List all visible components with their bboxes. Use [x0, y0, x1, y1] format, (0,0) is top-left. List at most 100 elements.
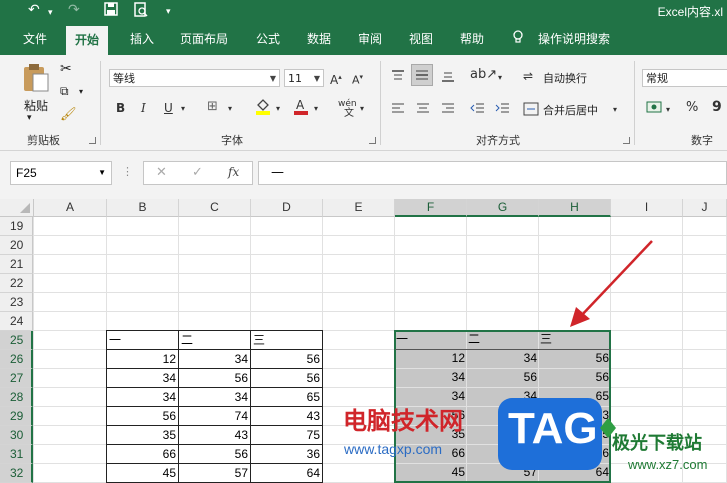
- copy-icon[interactable]: ⧉: [60, 84, 69, 99]
- align-center-icon[interactable]: [415, 101, 431, 120]
- enter-icon[interactable]: ✓: [192, 165, 203, 180]
- table_left-cell[interactable]: 56: [250, 368, 323, 388]
- orientation-dropdown-icon[interactable]: ▾: [498, 71, 502, 85]
- column-header-B[interactable]: B: [107, 199, 179, 217]
- underline-dropdown-icon[interactable]: ▾: [181, 102, 185, 116]
- align-top-icon[interactable]: [390, 68, 406, 87]
- undo-icon[interactable]: ↶: [28, 2, 40, 19]
- customize-qat-icon[interactable]: ▾: [166, 4, 171, 21]
- column-header-H[interactable]: H: [539, 199, 611, 217]
- row-header-26[interactable]: 26: [0, 350, 33, 369]
- column-header-G[interactable]: G: [467, 199, 539, 217]
- clipboard-launcher-icon[interactable]: [89, 137, 96, 144]
- table_left-cell[interactable]: 45: [106, 463, 179, 483]
- print-preview-icon[interactable]: [134, 2, 148, 22]
- increase-font-icon[interactable]: A▴: [330, 70, 342, 87]
- column-header-I[interactable]: I: [611, 199, 683, 217]
- tab-insert[interactable]: 插入: [130, 30, 154, 47]
- table_left-cell[interactable]: 66: [106, 444, 179, 464]
- row-header-28[interactable]: 28: [0, 388, 33, 407]
- row-header-25[interactable]: 25: [0, 331, 33, 350]
- table_left-cell[interactable]: 56: [250, 349, 323, 369]
- align-middle-icon[interactable]: [411, 64, 433, 86]
- tell-me-search[interactable]: 操作说明搜索: [538, 30, 610, 47]
- table_left-cell[interactable]: 43: [250, 406, 323, 426]
- table_left-cell[interactable]: 34: [106, 387, 179, 407]
- column-header-J[interactable]: J: [683, 199, 727, 217]
- decrease-font-icon[interactable]: A▾: [352, 70, 363, 88]
- tab-view[interactable]: 视图: [409, 30, 433, 47]
- font-name-select[interactable]: 等线 ▼: [109, 69, 280, 87]
- column-header-C[interactable]: C: [179, 199, 251, 217]
- column-header-D[interactable]: D: [251, 199, 323, 217]
- table_left-cell[interactable]: 36: [250, 444, 323, 464]
- number-format-select[interactable]: 常规: [642, 69, 727, 87]
- table_left-cell[interactable]: 75: [250, 425, 323, 445]
- table_left-cell[interactable]: 56: [106, 406, 179, 426]
- tab-help[interactable]: 帮助: [460, 30, 484, 47]
- cut-icon[interactable]: ✂: [60, 61, 72, 77]
- wrap-text-button[interactable]: 自动换行: [543, 70, 587, 86]
- merge-dropdown-icon[interactable]: ▾: [613, 103, 617, 117]
- orientation-icon[interactable]: ab↗: [470, 68, 497, 82]
- name-box[interactable]: F25 ▼: [10, 161, 112, 185]
- save-icon[interactable]: [104, 2, 118, 21]
- table_left-cell[interactable]: 34: [178, 349, 251, 369]
- row-header-29[interactable]: 29: [0, 407, 33, 426]
- table_left-cell[interactable]: 35: [106, 425, 179, 445]
- underline-button[interactable]: U: [164, 101, 173, 115]
- select-all-button[interactable]: [0, 199, 34, 217]
- tab-review[interactable]: 审阅: [358, 30, 382, 47]
- row-header-19[interactable]: 19: [0, 217, 33, 236]
- increase-indent-icon[interactable]: [495, 101, 511, 120]
- align-right-icon[interactable]: [440, 101, 456, 120]
- tab-home[interactable]: 开始: [66, 26, 108, 55]
- font-launcher-icon[interactable]: [369, 137, 376, 144]
- decrease-indent-icon[interactable]: [470, 101, 486, 120]
- column-header-E[interactable]: E: [323, 199, 395, 217]
- row-header-27[interactable]: 27: [0, 369, 33, 388]
- merge-center-icon[interactable]: [523, 101, 539, 120]
- font-color-dropdown-icon[interactable]: ▾: [314, 102, 318, 116]
- comma-style-button[interactable]: 9: [712, 100, 722, 114]
- phonetic-dropdown-icon[interactable]: ▾: [360, 102, 364, 116]
- merge-center-button[interactable]: 合并后居中: [543, 102, 598, 118]
- tab-formulas[interactable]: 公式: [256, 30, 280, 47]
- table_left-cell[interactable]: 56: [178, 444, 251, 464]
- row-header-30[interactable]: 30: [0, 426, 33, 445]
- alignment-launcher-icon[interactable]: [623, 137, 630, 144]
- table_left-cell[interactable]: 56: [178, 368, 251, 388]
- row-header-23[interactable]: 23: [0, 293, 33, 312]
- table_left-cell[interactable]: 34: [106, 368, 179, 388]
- font-color-icon[interactable]: A: [293, 97, 309, 118]
- undo-dropdown-icon[interactable]: ▾: [48, 5, 53, 22]
- align-bottom-icon[interactable]: [440, 68, 456, 87]
- table_left-cell[interactable]: 12: [106, 349, 179, 369]
- borders-dropdown-icon[interactable]: ▾: [228, 102, 232, 116]
- formula-input[interactable]: —: [258, 161, 727, 185]
- table_left-cell[interactable]: 57: [178, 463, 251, 483]
- fill-color-icon[interactable]: [255, 97, 271, 118]
- format-painter-icon[interactable]: 🖌: [60, 107, 77, 122]
- font-size-select[interactable]: 11 ▼: [284, 69, 324, 87]
- insert-function-button[interactable]: fx: [228, 165, 239, 179]
- paste-icon[interactable]: [22, 63, 50, 97]
- align-left-icon[interactable]: [390, 101, 406, 120]
- table_left-cell[interactable]: 34: [178, 387, 251, 407]
- row-header-21[interactable]: 21: [0, 255, 33, 274]
- paste-dropdown-icon[interactable]: ▾: [27, 113, 32, 123]
- bold-button[interactable]: B: [116, 101, 125, 115]
- row-header-32[interactable]: 32: [0, 464, 33, 483]
- cancel-icon[interactable]: ✕: [156, 165, 167, 180]
- column-header-F[interactable]: F: [395, 199, 467, 217]
- row-header-24[interactable]: 24: [0, 312, 33, 331]
- row-header-31[interactable]: 31: [0, 445, 33, 464]
- table_left-cell[interactable]: 65: [250, 387, 323, 407]
- wrap-text-icon[interactable]: ⇌: [523, 69, 533, 83]
- paste-button[interactable]: 粘贴: [24, 97, 48, 114]
- redo-icon[interactable]: ↷: [68, 2, 80, 19]
- italic-button[interactable]: I: [141, 101, 146, 115]
- table_left-cell[interactable]: 74: [178, 406, 251, 426]
- table_left-cell[interactable]: 三: [250, 330, 323, 350]
- accounting-format-icon[interactable]: [646, 99, 664, 118]
